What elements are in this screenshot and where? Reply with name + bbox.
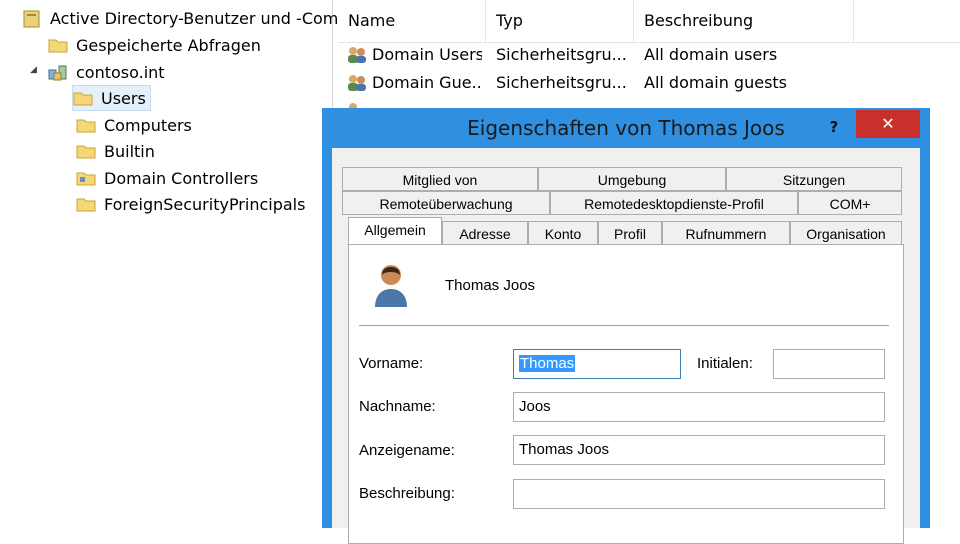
vorname-label: Vorname: — [359, 355, 424, 372]
tree-root[interactable]: Active Directory-Benutzer und -Com — [22, 6, 338, 30]
tree-item-label: Gespeicherte Abfragen — [76, 35, 261, 55]
tab-rufnummern[interactable]: Rufnummern — [662, 221, 790, 245]
tree-item-label: ForeignSecurityPrincipals — [104, 194, 306, 214]
ad-console-icon — [22, 10, 42, 28]
user-display-name: Thomas Joos — [445, 277, 536, 294]
folder-icon — [48, 37, 68, 53]
tree-item-label: Users — [101, 88, 146, 108]
tab-profil[interactable]: Profil — [598, 221, 662, 245]
folder-icon — [76, 143, 96, 159]
tree-item-saved-queries[interactable]: Gespeicherte Abfragen — [48, 33, 261, 57]
help-button[interactable]: ? — [822, 116, 846, 138]
tree-item-users[interactable]: Users — [72, 85, 151, 111]
tab-organisation[interactable]: Organisation — [790, 221, 902, 245]
general-tab-panel: Thomas Joos Vorname: Thomas Initialen: N… — [348, 244, 904, 544]
column-header-type[interactable]: Typ — [486, 0, 634, 42]
tab-mitglied-von[interactable]: Mitglied von — [342, 167, 538, 191]
tree-item-label: contoso.int — [76, 62, 165, 82]
tree-item-label: Computers — [104, 115, 192, 135]
table-row[interactable]: Domain Users Sicherheitsgru... All domai… — [338, 41, 960, 69]
row-description: All domain guests — [644, 73, 788, 92]
tree-item-label: Domain Controllers — [104, 168, 259, 188]
tree-item-foreign-security-principals[interactable]: ForeignSecurityPrincipals — [76, 192, 305, 216]
tree-item-builtin[interactable]: Builtin — [76, 139, 155, 163]
vorname-field[interactable]: Thomas — [513, 349, 681, 379]
column-header-name[interactable]: Name — [338, 0, 486, 42]
group-icon — [346, 46, 366, 64]
folder-icon — [76, 196, 96, 212]
tab-konto[interactable]: Konto — [528, 221, 598, 245]
initialen-label: Initialen: — [697, 355, 753, 372]
beschreibung-field[interactable] — [513, 479, 885, 509]
row-type: Sicherheitsgru... — [496, 45, 626, 64]
tree-item-label: Builtin — [104, 141, 155, 161]
dialog-body: Mitglied von Umgebung Sitzungen Remoteüb… — [332, 148, 920, 544]
nachname-field[interactable]: Joos — [513, 392, 885, 422]
group-icon — [346, 74, 366, 92]
tab-umgebung[interactable]: Umgebung — [538, 167, 726, 191]
tree-item-domain[interactable]: contoso.int — [48, 60, 165, 84]
tree-item-computers[interactable]: Computers — [76, 113, 192, 137]
vorname-value: Thomas — [519, 355, 576, 372]
row-name: Domain Gue... — [372, 73, 482, 92]
tab-com-plus[interactable]: COM+ — [798, 191, 902, 215]
collapse-arrow-icon[interactable]: ◢ — [30, 65, 37, 75]
tab-remotedesktopdienste-profil[interactable]: Remotedesktopdienste-Profil — [550, 191, 798, 215]
anzeigename-label: Anzeigename: — [359, 442, 455, 459]
domain-icon — [48, 64, 68, 81]
nachname-label: Nachname: — [359, 398, 436, 415]
table-row[interactable]: Domain Gue... Sicherheitsgru... All doma… — [338, 69, 960, 97]
anzeigename-field[interactable]: Thomas Joos — [513, 435, 885, 465]
tree-root-label: Active Directory-Benutzer und -Com — [50, 8, 339, 28]
folder-icon — [76, 117, 96, 133]
folder-icon — [73, 90, 93, 106]
tab-remoteueberwachung[interactable]: Remoteüberwachung — [342, 191, 550, 215]
beschreibung-label: Beschreibung: — [359, 485, 455, 502]
tab-allgemein[interactable]: Allgemein — [348, 217, 442, 245]
initialen-field[interactable] — [773, 349, 885, 379]
column-header-description[interactable]: Beschreibung — [634, 0, 854, 42]
row-type: Sicherheitsgru... — [496, 73, 626, 92]
row-description: All domain users — [644, 45, 778, 64]
user-avatar-icon — [371, 263, 411, 313]
row-name: Domain Users — [372, 45, 482, 64]
ou-folder-icon — [76, 170, 96, 186]
separator-line — [359, 325, 889, 326]
tab-adresse[interactable]: Adresse — [442, 221, 528, 245]
properties-dialog: Eigenschaften von Thomas Joos ? ✕ Mitgli… — [322, 108, 930, 544]
tree-item-domain-controllers[interactable]: Domain Controllers — [76, 166, 258, 190]
tab-sitzungen[interactable]: Sitzungen — [726, 167, 902, 191]
close-button[interactable]: ✕ — [856, 110, 920, 138]
dialog-titlebar[interactable]: Eigenschaften von Thomas Joos ? ✕ — [322, 108, 930, 148]
navigation-tree: Active Directory-Benutzer und -Com Gespe… — [0, 0, 338, 520]
list-header: Name Typ Beschreibung — [338, 0, 960, 43]
